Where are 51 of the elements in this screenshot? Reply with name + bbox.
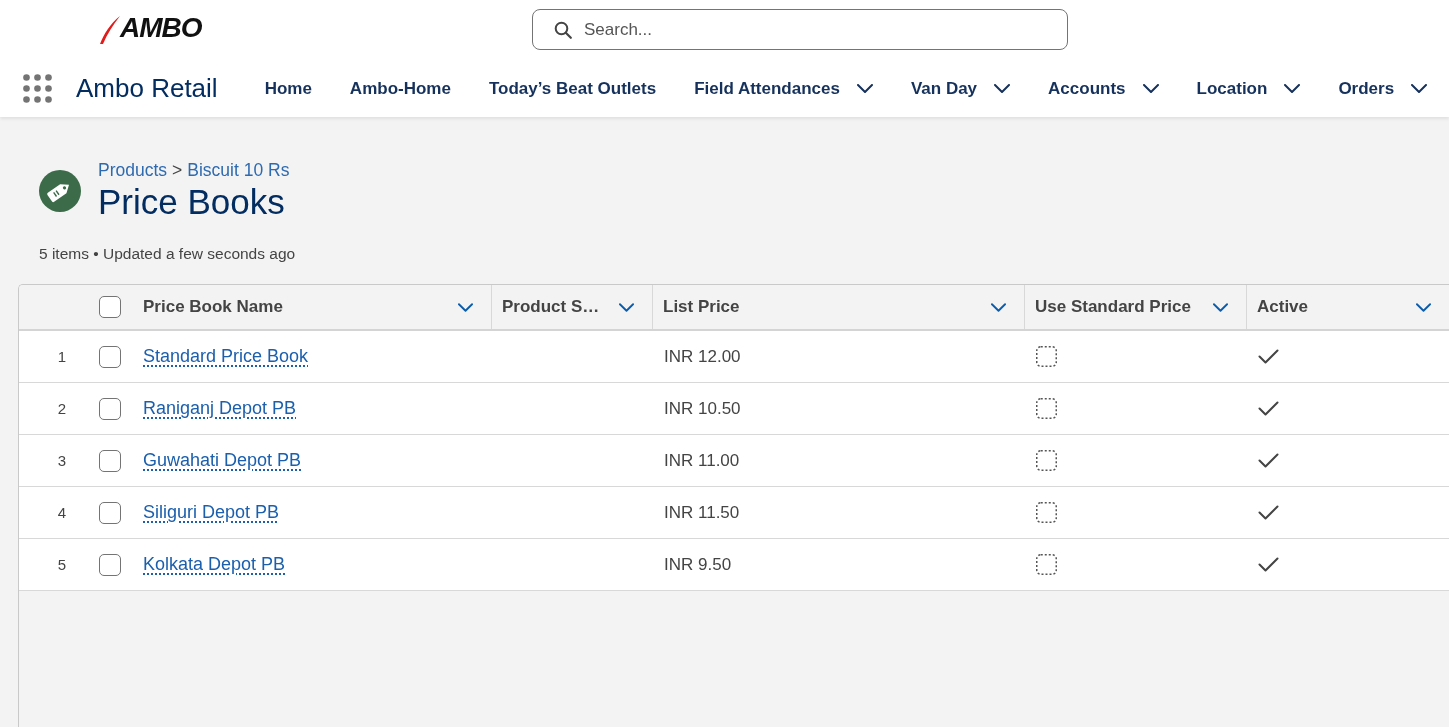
row-number: 2 xyxy=(56,399,67,419)
chevron-down-icon xyxy=(619,302,634,312)
list-price-cell-text: INR 11.00 xyxy=(663,449,741,472)
price-book-link[interactable]: Kolkata Depot PB xyxy=(143,554,286,575)
nav-tab[interactable]: Home xyxy=(245,60,331,117)
column-header[interactable]: List Price xyxy=(653,285,1025,329)
search-icon xyxy=(554,21,572,39)
list-price-cell-text: INR 12.00 xyxy=(663,345,742,368)
breadcrumb-separator: > xyxy=(172,159,183,181)
nav-tab[interactable]: Field Attendances xyxy=(675,60,892,117)
row-number: 1 xyxy=(56,347,67,367)
breadcrumb-link[interactable]: Products xyxy=(98,159,168,181)
nav-tab[interactable]: Ambo-Home xyxy=(330,60,470,117)
price-tag-icon xyxy=(39,170,81,212)
nav-tab[interactable]: Today’s Beat Outlets xyxy=(469,60,676,117)
column-header[interactable]: Use Standard Price xyxy=(1025,285,1247,329)
chevron-down-icon xyxy=(1416,302,1431,312)
nav-tab[interactable]: Orders xyxy=(1319,60,1447,117)
row-checkbox[interactable] xyxy=(99,553,121,576)
row-number: 5 xyxy=(56,555,67,575)
column-header[interactable]: Price Book Name xyxy=(133,285,492,329)
nav-tab[interactable]: Location xyxy=(1177,60,1320,117)
list-price-cell-text: INR 10.50 xyxy=(663,397,742,420)
nav-tab[interactable]: Accounts xyxy=(1029,60,1178,117)
row-checkbox[interactable] xyxy=(99,345,121,368)
chevron-down-icon xyxy=(1213,302,1228,312)
chevron-down-icon xyxy=(991,302,1006,312)
row-number: 3 xyxy=(56,451,67,471)
nav-tab[interactable]: Van Day xyxy=(891,60,1030,117)
row-checkbox[interactable] xyxy=(99,449,121,472)
chevron-down-icon xyxy=(458,302,473,312)
column-header[interactable]: Product S… xyxy=(492,285,653,329)
list-price-cell-text: INR 9.50 xyxy=(663,553,733,576)
price-book-link[interactable]: Raniganj Depot PB xyxy=(143,398,297,419)
list-price-cell-text: INR 11.50 xyxy=(663,501,741,524)
price-book-link[interactable]: Standard Price Book xyxy=(143,346,309,367)
breadcrumb-link[interactable]: Biscuit 10 Rs xyxy=(187,159,290,181)
row-number: 4 xyxy=(56,503,67,523)
search-field[interactable]: Search... xyxy=(532,9,1068,50)
list-summary: 5 items • Updated a few seconds ago xyxy=(39,244,296,264)
price-book-link[interactable]: Guwahati Depot PB xyxy=(143,450,302,471)
logo-text: AMBO xyxy=(120,12,202,44)
price-book-link[interactable]: Siliguri Depot PB xyxy=(143,502,280,523)
swoosh-icon xyxy=(100,16,120,44)
select-all-checkbox[interactable] xyxy=(99,296,121,318)
column-header[interactable]: Active xyxy=(1247,285,1449,329)
page-title: Price Books xyxy=(98,181,286,223)
app-launcher-icon[interactable] xyxy=(23,74,52,103)
app-name: Ambo Retail xyxy=(76,73,218,104)
row-checkbox[interactable] xyxy=(99,397,121,420)
row-checkbox[interactable] xyxy=(99,501,121,524)
